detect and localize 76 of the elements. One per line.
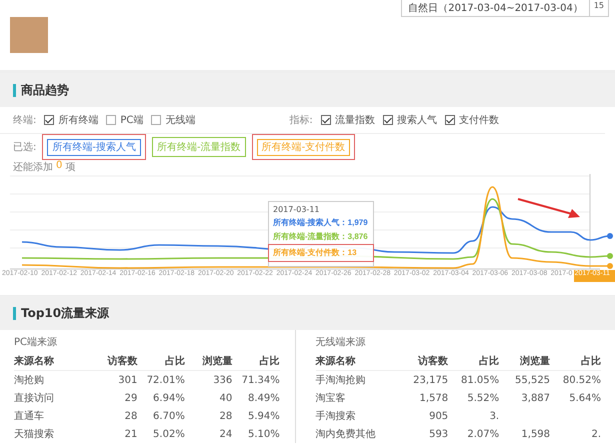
data-point [607,263,613,269]
table-cell-text: 5.94% [246,410,280,422]
selected-label: 已选: [13,140,36,154]
selected-tag[interactable]: 所有终端-搜索人气 [47,139,141,156]
section-title: 商品趋势 [21,82,69,98]
tooltip-date: 2017-03-11 [273,205,320,214]
table-cell-text: 301 [117,374,138,386]
tooltip-value: 所有终端-支付件数：13 [273,248,357,257]
table-cell-text: 淘内免费其他 [316,428,377,441]
table-cell-text: 直通车 [14,410,45,423]
table-cell-text: 593 [428,428,448,440]
table-title: PC端来源 [14,336,58,350]
column-header: 浏览量 [201,354,232,368]
table-cell-text: 5.02% [152,428,185,440]
table-cell-text: 28 [124,410,138,422]
table-cell-text: 手淘搜索 [316,410,357,423]
column-header: 占比 [478,354,500,368]
table-cell-text: 2. [590,428,601,440]
table-cell-text: 5.64% [568,392,601,404]
table-cell-text: 3. [488,410,500,422]
data-point [607,233,613,239]
table-cell-text: 手淘淘抢购 [316,374,367,387]
terminal-checkbox[interactable]: 无线端 [151,113,196,127]
table-cell-text: 1,598 [520,428,550,440]
metric-checkbox[interactable]: 流量指数 [320,113,375,127]
section-title: Top10流量来源 [21,304,110,322]
table-cell-text: 淘抢购 [14,374,45,387]
table-cell-text: 5.10% [246,428,280,440]
table-cell-text: 直接访问 [14,392,55,405]
remaining-count: 0 [56,160,62,172]
remaining-unit: 项 [65,161,76,172]
table-cell-text: 1,578 [418,392,448,404]
tooltip-value: 所有终端-流量指数：3,876 [273,232,368,241]
calendar-button[interactable]: 15 [590,0,609,17]
table-cell-text: 81.05% [460,374,500,386]
table-cell-text: 24 [218,428,232,440]
table-cell-text: 905 [428,410,448,422]
terminal-checkbox[interactable]: 所有终端 [44,113,98,127]
column-header: 来源名称 [316,354,357,368]
table-cell-text: 21 [124,428,138,440]
table-cell-text: 23,175 [412,374,448,386]
table-cell-text: 6.70% [152,410,185,422]
column-header: 占比 [164,354,185,368]
photo-placeholder [10,17,48,53]
table-cell-text: 80.52% [562,374,601,386]
column-header: 占比 [580,354,601,368]
table-cell-text: 淘宝客 [316,392,347,405]
table-cell-text: 40 [218,392,232,404]
table-cell-text: 5.52% [466,392,500,404]
table-cell-text: 2.07% [466,428,500,440]
annotation-arrow [518,198,580,218]
table-cell-text: 336 [212,374,232,386]
column-header: 访客数 [106,354,138,368]
table-cell-text: 55,525 [514,374,550,386]
table-title: 无线端来源 [316,336,367,350]
metric-checkbox[interactable]: 支付件数 [444,113,499,127]
column-header: 访客数 [416,354,448,368]
column-header: 来源名称 [14,354,55,368]
table-cell-text: 71.34% [240,374,280,386]
table-cell-text: 6.94% [152,392,185,404]
date-range-field[interactable]: 自然日（2017-03-04~2017-03-04） [401,0,590,17]
table-cell-text: 72.01% [146,374,185,386]
table-cell-text: 天猫搜索 [14,428,55,441]
tooltip-value: 所有终端-搜索人气：1,979 [273,218,368,227]
metric-checkbox[interactable]: 搜索人气 [382,113,437,127]
table-cell-text: 28 [218,410,232,422]
terminal-checkbox[interactable]: PC端 [106,113,144,127]
filter-label: 终端: [13,114,36,127]
table-cell-text: 3,887 [520,392,550,404]
filter-label: 指标: [289,114,313,127]
table-cell-text: 29 [124,392,138,404]
column-header: 占比 [258,354,280,368]
table-cell-text: 8.49% [246,392,280,404]
remaining-label: 还能添加 [13,160,53,172]
column-header: 浏览量 [519,354,550,368]
data-point [607,253,613,259]
